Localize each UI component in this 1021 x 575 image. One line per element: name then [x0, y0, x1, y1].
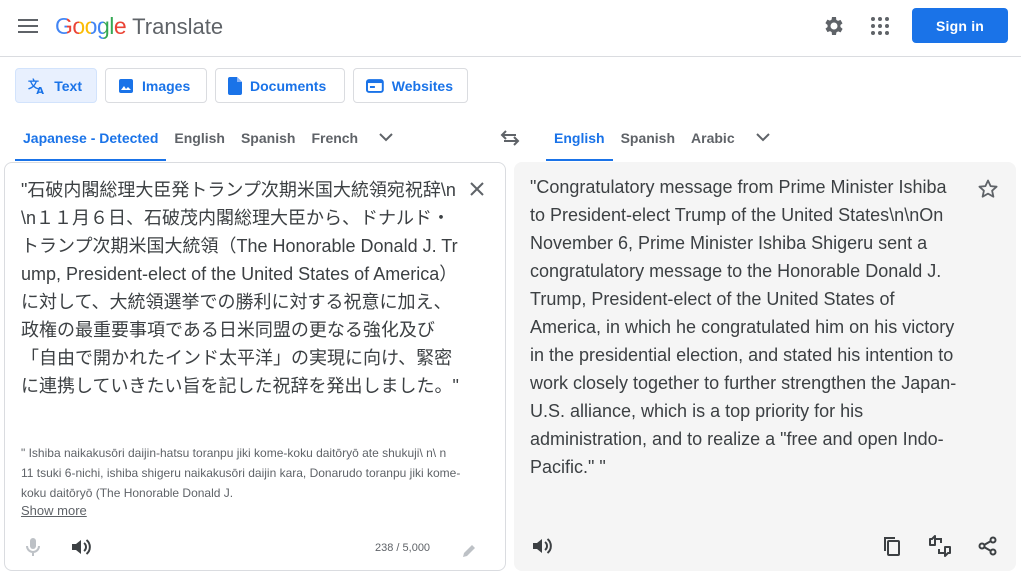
star-icon — [978, 179, 998, 198]
source-lang-tab-english[interactable]: English — [166, 114, 233, 161]
website-icon — [366, 78, 384, 93]
speaker-icon — [72, 539, 91, 555]
mode-documents-button[interactable]: Documents — [215, 68, 345, 103]
mode-text-label: Text — [54, 77, 82, 94]
apps-button[interactable] — [866, 12, 894, 40]
apps-grid-icon — [871, 17, 889, 35]
source-romanization: " Ishiba naikakusōri daijin-hatsu toranp… — [21, 446, 461, 500]
translate-wordmark: Translate — [132, 14, 224, 39]
document-icon — [228, 76, 242, 95]
source-listen-button[interactable] — [69, 535, 93, 559]
target-lang-tab-spanish[interactable]: Spanish — [613, 114, 683, 161]
close-icon — [470, 182, 484, 196]
swap-arrows-icon — [500, 130, 520, 146]
clear-source-button[interactable] — [465, 177, 489, 201]
source-text-panel: "石破内閣総理大臣発トランプ次期米国大統領宛祝辞\n\n１１月６日、石破茂内閣総… — [4, 162, 506, 571]
source-more-languages-button[interactable] — [366, 114, 406, 161]
target-lang-tab-arabic[interactable]: Arabic — [683, 114, 743, 161]
settings-button[interactable] — [820, 12, 848, 40]
rate-translation-button[interactable] — [928, 534, 952, 558]
translate-icon: 文A — [28, 76, 44, 96]
chevron-down-icon — [379, 133, 393, 142]
translation-mode-bar: 文A Text Images Documents Websites — [15, 68, 468, 103]
show-more-link[interactable]: Show more — [21, 503, 87, 518]
source-lang-tab-detected[interactable]: Japanese - Detected — [15, 114, 167, 161]
gear-icon — [825, 17, 843, 35]
source-text-input[interactable]: "石破内閣総理大臣発トランプ次期米国大統領宛祝辞\n\n１１月６日、石破茂内閣総… — [21, 176, 459, 400]
microphone-icon — [26, 538, 40, 556]
copy-translation-button[interactable] — [880, 534, 904, 558]
speaker-icon — [533, 538, 552, 554]
save-translation-button[interactable] — [976, 177, 1000, 201]
copy-icon — [884, 537, 900, 556]
app-header: Google Translate Sign in — [0, 0, 1021, 57]
swap-languages-button[interactable] — [496, 124, 524, 152]
mode-websites-label: Websites — [391, 77, 453, 94]
main-menu-button[interactable] — [14, 12, 42, 40]
chevron-down-icon — [755, 133, 770, 142]
mode-text-button[interactable]: 文A Text — [15, 68, 97, 103]
target-language-tabs: English Spanish Arabic — [546, 114, 783, 161]
google-wordmark: Google — [55, 13, 127, 39]
handwriting-button[interactable] — [457, 539, 481, 563]
source-lang-tab-french[interactable]: French — [303, 114, 366, 161]
translation-listen-button[interactable] — [530, 534, 554, 558]
hamburger-menu-icon — [18, 19, 38, 33]
target-more-languages-button[interactable] — [743, 114, 783, 161]
target-lang-tab-english[interactable]: English — [546, 114, 613, 161]
google-translate-logo[interactable]: Google Translate — [55, 13, 223, 40]
pencil-icon — [463, 545, 475, 557]
source-language-tabs: Japanese - Detected English Spanish Fren… — [15, 114, 406, 161]
translation-output: "Congratulatory message from Prime Minis… — [530, 177, 957, 477]
character-count: 238 / 5,000 — [375, 542, 431, 554]
share-translation-button[interactable] — [976, 534, 1000, 558]
voice-input-button[interactable] — [21, 535, 45, 559]
svg-text:A: A — [36, 86, 44, 96]
mode-documents-label: Documents — [250, 77, 327, 94]
mode-images-button[interactable]: Images — [105, 68, 207, 103]
image-icon — [119, 78, 133, 93]
thumbs-feedback-icon — [929, 535, 951, 557]
mode-websites-button[interactable]: Websites — [353, 68, 468, 103]
mode-images-label: Images — [142, 77, 191, 94]
source-lang-tab-spanish[interactable]: Spanish — [233, 114, 303, 161]
sign-in-button[interactable]: Sign in — [912, 8, 1008, 43]
translation-panel: "Congratulatory message from Prime Minis… — [514, 162, 1016, 571]
share-icon — [978, 536, 997, 556]
